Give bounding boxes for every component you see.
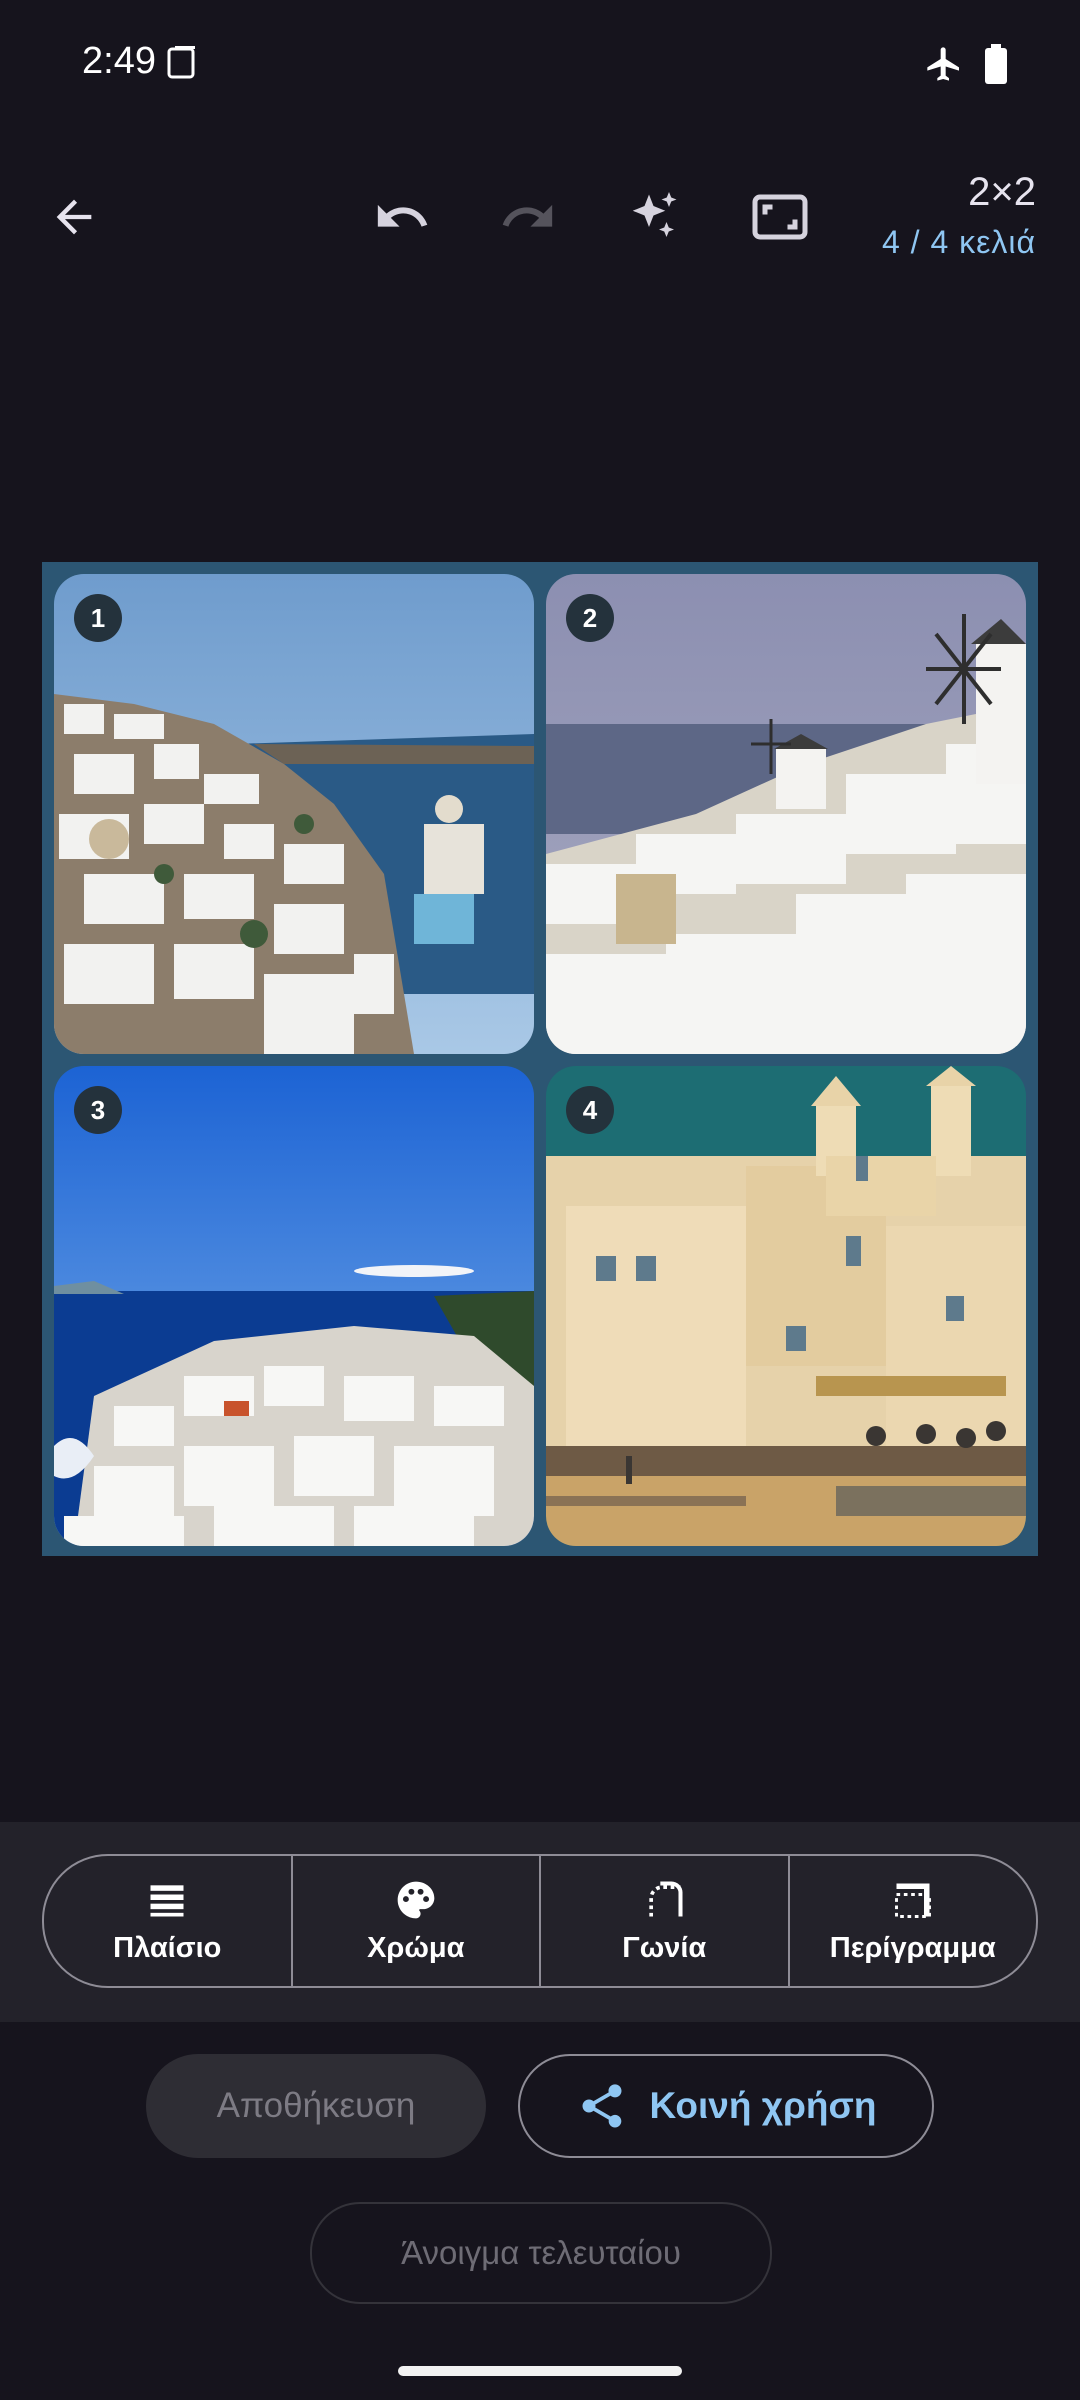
back-button[interactable]: [42, 185, 106, 249]
tool-border[interactable]: Περίγραμμα: [790, 1856, 1037, 1986]
sparkle-icon: [632, 192, 677, 237]
save-button[interactable]: Αποθήκευση: [146, 2054, 486, 2158]
tool-corner[interactable]: Γωνία: [541, 1856, 790, 1986]
undo-button[interactable]: [370, 185, 434, 249]
open-last-button[interactable]: Άνοιγμα τελευταίου: [310, 2202, 772, 2304]
tool-frame-label: Πλαίσιο: [113, 1931, 222, 1964]
cell-number-badge: 3: [74, 1086, 122, 1134]
village-cliff-photo: [54, 574, 534, 1054]
church-beach-photo: [546, 1066, 1026, 1546]
tool-color-label: Χρώμα: [367, 1931, 465, 1964]
collage-cell-2[interactable]: 2: [546, 574, 1026, 1054]
tool-frame[interactable]: Πλαίσιο: [44, 1856, 293, 1986]
auto-arrange-button[interactable]: [622, 185, 686, 249]
collage-cell-1[interactable]: 1: [54, 574, 534, 1054]
collage-canvas: 1 2 3 4: [42, 562, 1038, 1556]
back-arrow-icon: [56, 199, 92, 235]
fullscreen-icon: [752, 194, 808, 240]
coastal-town-photo: [54, 1066, 534, 1546]
collage-cell-4[interactable]: 4: [546, 1066, 1026, 1546]
frame-lines-icon: [150, 1884, 184, 1916]
share-button[interactable]: Κοινή χρήση: [518, 2054, 934, 2158]
rounded-corner-icon: [649, 1880, 683, 1916]
home-indicator[interactable]: [398, 2366, 682, 2376]
border-icon: [894, 1883, 931, 1918]
redo-button[interactable]: [496, 185, 560, 249]
undo-icon: [377, 204, 428, 227]
top-toolbar: 2×2 4 / 4 κελιά: [0, 160, 1080, 270]
tool-color[interactable]: Χρώμα: [293, 1856, 541, 1986]
cell-number-badge: 2: [566, 594, 614, 642]
cell-number-badge: 1: [74, 594, 122, 642]
tools-segmented-control: Πλαίσιο Χρώμα Γωνία Περίγραμμα: [42, 1854, 1038, 1988]
tool-border-label: Περίγραμμα: [829, 1931, 996, 1964]
tools-panel: Πλαίσιο Χρώμα Γωνία Περίγραμμα: [0, 1822, 1080, 2022]
windmill-village-photo: [546, 574, 1026, 1054]
battery-icon: [985, 44, 1007, 84]
status-time: 2:49: [82, 40, 156, 82]
status-bar: 2:49: [0, 0, 1080, 130]
grid-size-label[interactable]: 2×2: [968, 170, 1036, 215]
fullscreen-button[interactable]: [748, 185, 812, 249]
palette-icon: [397, 1881, 435, 1918]
tool-corner-label: Γωνία: [622, 1931, 707, 1964]
cell-number-badge: 4: [566, 1086, 614, 1134]
airplane-mode-icon: [927, 47, 959, 81]
sim-card-icon: [167, 46, 195, 79]
share-button-label: Κοινή χρήση: [649, 2085, 877, 2126]
cell-count-label: 4 / 4 κελιά: [881, 224, 1036, 260]
redo-icon: [502, 204, 553, 227]
collage-cell-3[interactable]: 3: [54, 1066, 534, 1546]
share-icon: [582, 2084, 622, 2128]
